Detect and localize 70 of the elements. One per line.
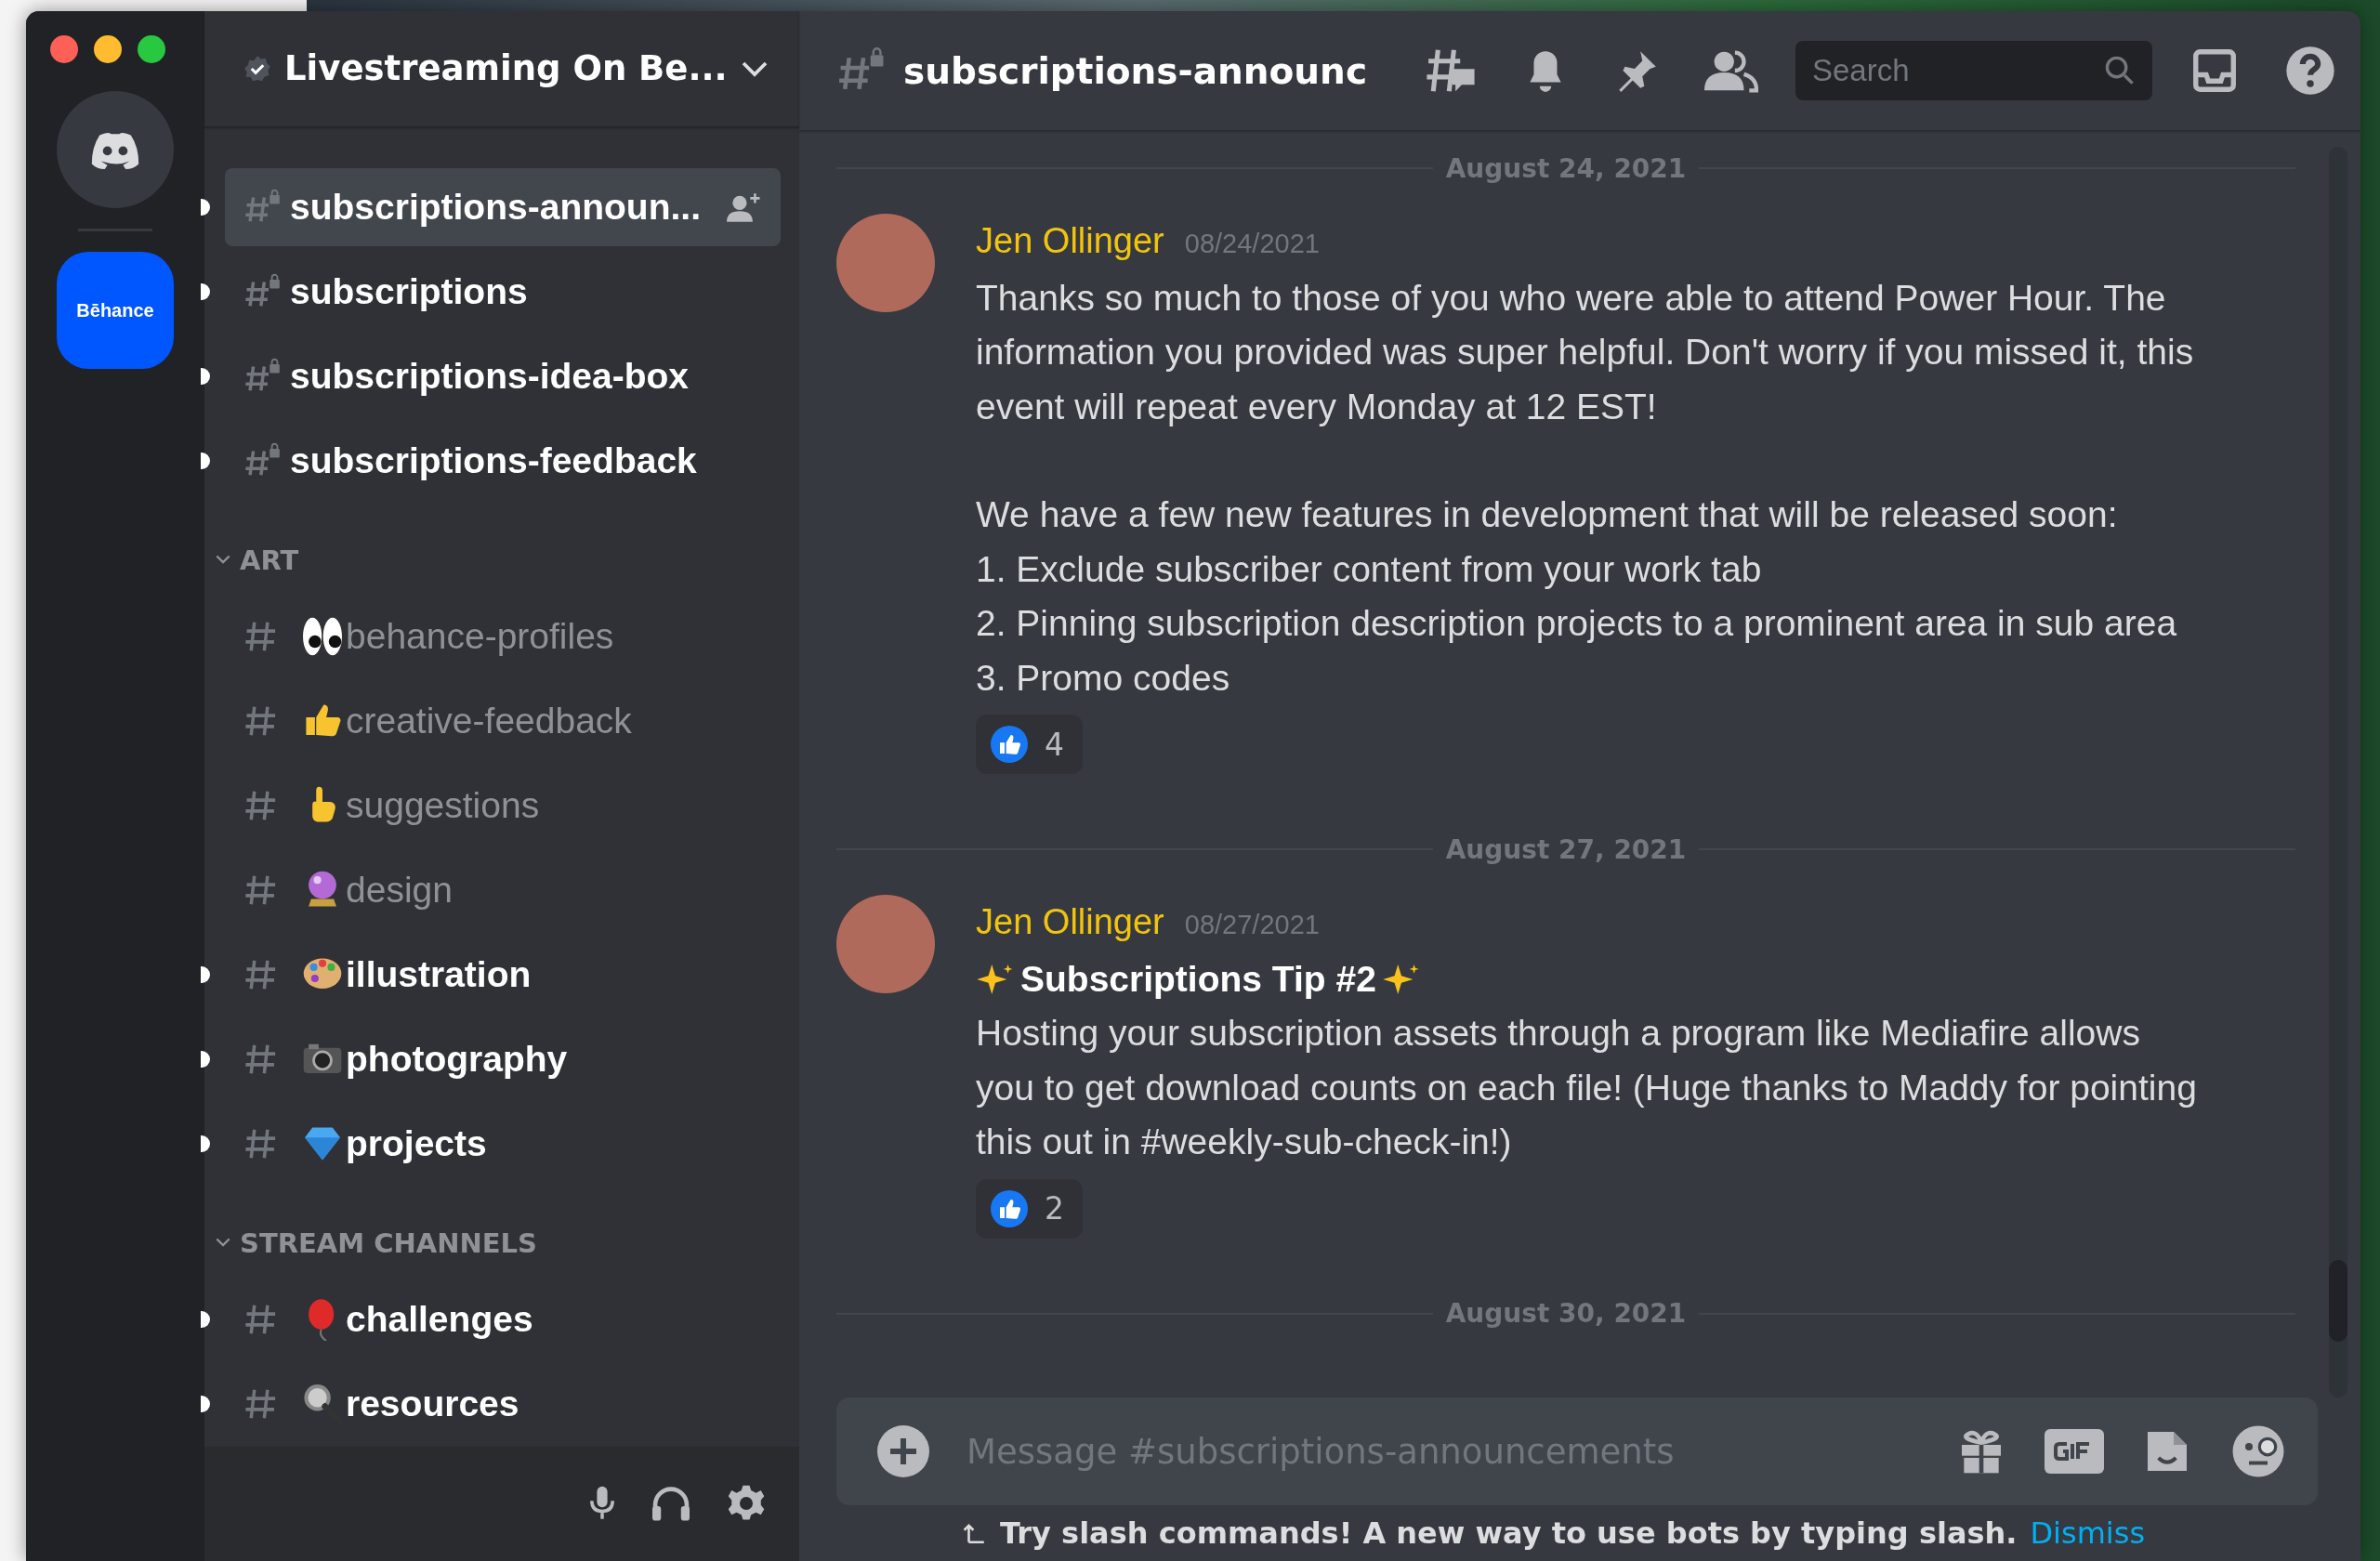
thumbs-up-icon <box>991 726 1028 763</box>
message-text: Hosting your subscription assets through a program like Mediafire allows you to get download counts on each file! (Huge thanks to Maddy for pointing this out in #weekly-sub-check-in!) <box>976 1012 2198 1163</box>
verified-badge-icon <box>243 54 271 83</box>
channel-name: resources <box>346 1384 520 1424</box>
chevron-down-icon <box>740 59 769 77</box>
channel-item[interactable]: subscriptions-announ... <box>225 168 781 246</box>
channel-item[interactable]: projects <box>225 1105 781 1183</box>
channel-item[interactable]: photography <box>225 1020 781 1098</box>
message-text: We have a few new features in development that will be released soon: <box>976 493 2119 536</box>
chevron-down-icon <box>216 1238 230 1248</box>
author-name[interactable]: Jen Ollinger <box>976 895 1164 950</box>
channel-item[interactable]: illustration <box>225 936 781 1014</box>
scrollbar-thumb[interactable] <box>2329 1260 2347 1342</box>
window-minimize-button[interactable] <box>94 35 122 63</box>
category-header[interactable]: STREAM CHANNELS <box>216 1208 781 1278</box>
server-name: Livestreaming On Be... <box>284 48 728 89</box>
emoji-face-icon[interactable] <box>2230 1423 2286 1479</box>
category-name: STREAM CHANNELS <box>240 1226 537 1259</box>
window-maximize-button[interactable] <box>138 35 165 63</box>
channel-name: subscriptions-feedback <box>290 440 698 481</box>
channel-name: illustration <box>346 954 533 995</box>
members-icon[interactable] <box>1704 48 1758 93</box>
channel-name: subscriptions-idea-box <box>290 356 690 397</box>
channel-name: suggestions <box>346 785 541 826</box>
channel-title: subscriptions-announc <box>903 49 1367 92</box>
channel-item[interactable]: creative-feedback <box>225 682 781 760</box>
channel-item[interactable]: challenges <box>225 1280 781 1358</box>
channel-name: projects <box>346 1123 488 1164</box>
server-header[interactable]: Livestreaming On Be... <box>204 11 799 126</box>
emoji-icon <box>301 615 344 658</box>
channel-item[interactable]: resources <box>225 1365 781 1443</box>
channel-item[interactable]: subscriptions <box>225 253 781 331</box>
message-text: Thanks so much to those of you who were able to attend Power Hour. The information you provided was super helpful. Don't worry if you missed it, this event will repeat every Monday at 12 EST! <box>976 276 2195 428</box>
timestamp: 08/27/2021 <box>1184 909 1320 941</box>
message-text: 1. Exclude subscriber content from your work tab <box>976 547 1763 591</box>
channel-item[interactable]: subscriptions-feedback <box>225 422 781 500</box>
add-member-icon[interactable] <box>727 191 762 223</box>
chevron-down-icon <box>216 555 230 565</box>
channel-item[interactable]: behance-profiles <box>225 597 781 676</box>
channel-name: photography <box>346 1039 569 1080</box>
thumbs-up-icon <box>991 1189 1028 1227</box>
dismiss-link[interactable]: Dismiss <box>2030 1515 2146 1551</box>
channel-item[interactable]: subscriptions-idea-box <box>225 337 781 415</box>
channel-name: challenges <box>346 1299 534 1340</box>
channel-item[interactable]: design <box>225 851 781 929</box>
message-text: 3. Promo codes <box>976 656 1231 700</box>
channel-name: subscriptions-announ... <box>290 187 702 228</box>
server-button[interactable]: Bēhance <box>57 252 174 369</box>
reaction-button[interactable]: 4 <box>976 715 1083 774</box>
category-header[interactable]: ART <box>216 525 781 595</box>
slash-arrow-icon <box>963 1521 987 1545</box>
gif-icon[interactable] <box>2045 1429 2104 1474</box>
plus-icon[interactable] <box>877 1425 929 1477</box>
channel-name: creative-feedback <box>346 701 633 741</box>
channel-name: subscriptions <box>290 271 529 312</box>
reaction-button[interactable]: 2 <box>976 1178 1083 1239</box>
search-icon <box>2104 55 2136 86</box>
channel-name: design <box>346 870 454 911</box>
category-name: ART <box>240 544 299 576</box>
message-heading: Subscriptions Tip #2 <box>1020 957 1376 1001</box>
help-icon[interactable] <box>2284 45 2336 97</box>
timestamp: 08/24/2021 <box>1184 228 1320 260</box>
search-field[interactable]: Search <box>1795 41 2152 100</box>
author-name[interactable]: Jen Ollinger <box>976 214 1164 269</box>
channel-item[interactable]: suggestions <box>225 767 781 845</box>
message-text: 2. Pinning subscription description projects to a prominent area in sub area <box>976 602 2178 645</box>
window-close-button[interactable] <box>50 35 78 63</box>
hint-text: Try slash commands! A new way to use bots by typing slash. <box>1000 1515 2018 1551</box>
headphones-icon[interactable] <box>651 1485 691 1523</box>
channel-name: behance-profiles <box>346 616 615 657</box>
